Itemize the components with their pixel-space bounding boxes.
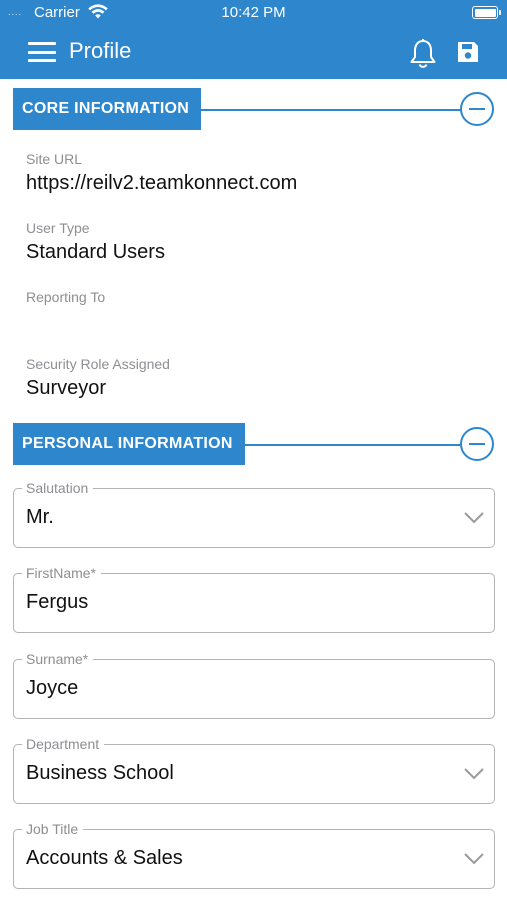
personal-information-section: PERSONAL INFORMATION — [0, 423, 507, 465]
job-title-select[interactable]: Job Title Accounts & Sales — [13, 821, 495, 889]
app-header: .... Carrier 10:42 PM Profile — [0, 0, 507, 79]
department-select[interactable]: Department Business School — [13, 736, 495, 804]
menu-icon[interactable] — [28, 42, 56, 64]
department-label: Department — [22, 736, 105, 752]
battery-nub — [499, 10, 501, 15]
chevron-down-icon — [464, 768, 484, 780]
surname-value: Joyce — [26, 677, 79, 699]
job-title-label: Job Title — [22, 821, 84, 837]
site-url-value: https://reilv2.teamkonnect.com — [26, 172, 298, 194]
surname-input[interactable]: Surname* Joyce — [13, 651, 495, 719]
section-divider — [236, 444, 461, 446]
security-role-label: Security Role Assigned — [26, 356, 170, 372]
salutation-value: Mr. — [26, 506, 54, 528]
core-information-section: CORE INFORMATION — [0, 88, 507, 130]
department-value: Business School — [26, 762, 174, 784]
save-icon[interactable] — [456, 40, 480, 64]
first-name-input[interactable]: FirstName* Fergus — [13, 565, 495, 633]
first-name-value: Fergus — [26, 591, 89, 613]
surname-label: Surname* — [22, 651, 94, 667]
section-title: CORE INFORMATION — [13, 88, 202, 130]
section-divider — [193, 109, 461, 111]
status-time: 10:42 PM — [221, 4, 286, 21]
security-role-value: Surveyor — [26, 377, 107, 399]
site-url-label: Site URL — [26, 151, 83, 167]
salutation-select[interactable]: Salutation Mr. — [13, 480, 495, 548]
page-title: Profile — [69, 38, 132, 63]
battery-icon — [472, 6, 498, 19]
first-name-label: FirstName* — [22, 565, 102, 581]
status-bar: .... Carrier 10:42 PM — [0, 0, 507, 26]
collapse-personal-button[interactable] — [460, 427, 494, 461]
bell-icon[interactable] — [408, 38, 438, 70]
salutation-label: Salutation — [22, 480, 94, 496]
section-title: PERSONAL INFORMATION — [13, 423, 245, 465]
user-type-label: User Type — [26, 220, 90, 236]
chevron-down-icon — [464, 512, 484, 524]
user-type-value: Standard Users — [26, 241, 165, 263]
job-title-value: Accounts & Sales — [26, 847, 183, 869]
reporting-to-label: Reporting To — [26, 289, 106, 305]
chevron-down-icon — [464, 853, 484, 865]
collapse-core-button[interactable] — [460, 92, 494, 126]
